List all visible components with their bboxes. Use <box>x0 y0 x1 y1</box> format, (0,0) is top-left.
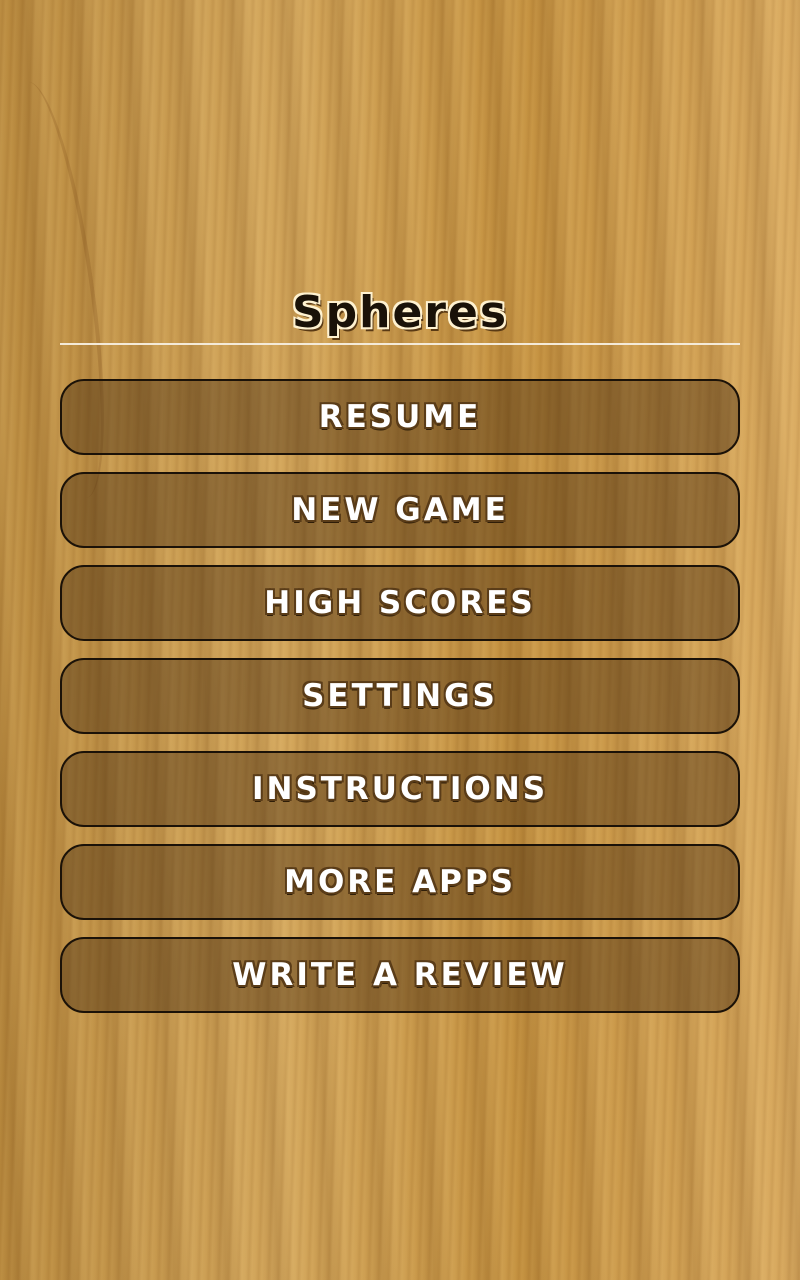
instructions-button[interactable]: INSTRUCTIONS <box>60 751 740 827</box>
resume-button[interactable]: RESUME <box>60 379 740 455</box>
new-game-button[interactable]: NEW GAME <box>60 472 740 548</box>
new-game-button-label: NEW GAME <box>291 492 509 528</box>
app-title: Spheres <box>291 287 509 338</box>
high-scores-button[interactable]: HIGH SCORES <box>60 565 740 641</box>
high-scores-button-label: HIGH SCORES <box>264 585 536 621</box>
write-review-button-label: WRITE A REVIEW <box>232 957 568 993</box>
instructions-button-label: INSTRUCTIONS <box>251 771 549 807</box>
write-review-button[interactable]: WRITE A REVIEW <box>60 937 740 1013</box>
resume-button-label: RESUME <box>318 399 482 435</box>
settings-button-label: SETTINGS <box>302 678 498 714</box>
more-apps-button-label: MORE APPS <box>284 864 516 900</box>
more-apps-button[interactable]: MORE APPS <box>60 844 740 920</box>
settings-button[interactable]: SETTINGS <box>60 658 740 734</box>
main-menu: Spheres RESUME NEW GAME HIGH SCORES SETT… <box>60 285 740 1013</box>
